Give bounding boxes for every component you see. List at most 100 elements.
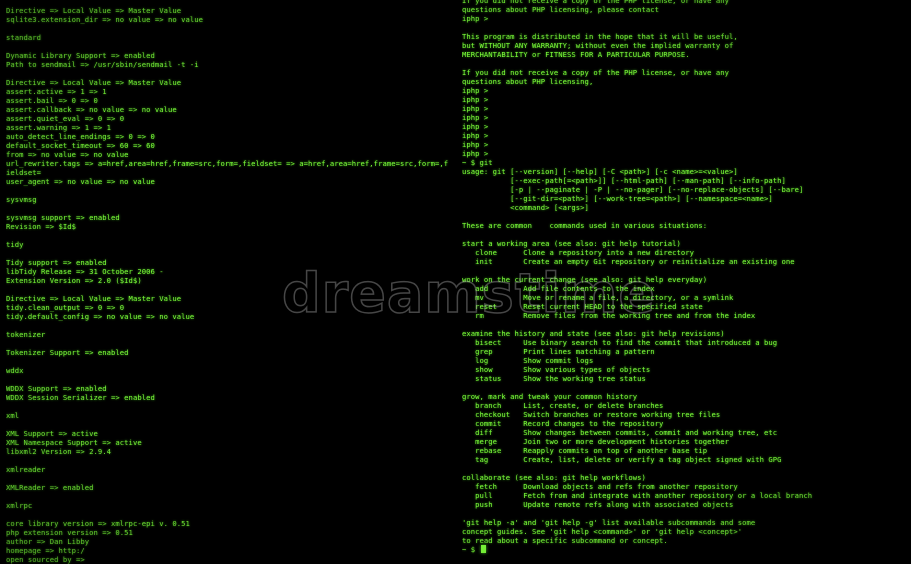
left-terminal-line: [6, 186, 456, 195]
right-terminal-line: commit Record changes to the repository: [462, 419, 664, 428]
left-terminal-line: author => Dan Libby: [6, 537, 90, 546]
left-terminal-line: core library version => xmlrpc-epi v. 0.…: [6, 519, 190, 528]
left-terminal-line: ieldset=: [6, 168, 42, 177]
right-terminal-line: push Update remote refs along with assoc…: [462, 500, 734, 509]
right-terminal-line: [462, 509, 907, 518]
left-terminal-line: [6, 420, 456, 429]
left-terminal-line: XML Namespace Support => active: [6, 438, 142, 447]
left-terminal-line: xmlreader: [6, 465, 46, 474]
left-terminal-line: [6, 402, 456, 411]
right-terminal-line: usage: git [--version] [--help] [-C <pat…: [462, 167, 738, 176]
left-terminal-line: xml: [6, 411, 20, 420]
right-terminal-line: [462, 212, 907, 221]
left-terminal-line: default_socket_timeout => 60 => 60: [6, 141, 155, 150]
left-terminal-line: Directive => Local Value => Master Value: [6, 78, 182, 87]
right-terminal-line: diff Show changes between commits, commi…: [462, 428, 778, 437]
right-terminal-line: iphp >: [462, 86, 489, 95]
left-terminal-line: Dynamic Library Support => enabled: [6, 51, 155, 60]
right-terminal-line: ~ $: [462, 545, 907, 554]
left-terminal-line: assert.quiet_eval => 0 => 0: [6, 114, 125, 123]
right-terminal-line: MERCHANTABILITY or FITNESS FOR A PARTICU…: [462, 50, 690, 59]
right-terminal-line: examine the history and state (see also:…: [462, 329, 725, 338]
terminal-cursor: [480, 545, 486, 553]
left-terminal-line: url_rewriter.tags => a=href,area=href,fr…: [6, 159, 449, 168]
left-terminal-line: standard: [6, 33, 42, 42]
left-terminal-line: [6, 321, 456, 330]
right-terminal-line: log Show commit logs: [462, 356, 594, 365]
right-terminal-output: If you did not receive a copy of the PHP…: [462, 0, 907, 564]
left-terminal-output: Directive => Local Value => Master Value…: [6, 6, 456, 564]
right-terminal-line: questions about PHP licensing,: [462, 77, 594, 86]
left-terminal-line: from => no value => no value: [6, 150, 129, 159]
left-terminal-line: assert.callback => no value => no value: [6, 105, 177, 114]
left-terminal-line: libTidy Release => 31 October 2006 -: [6, 267, 164, 276]
right-terminal-line: concept guides. See 'git help <command>'…: [462, 527, 743, 536]
right-terminal-line: iphp >: [462, 140, 489, 149]
right-terminal-line: iphp >: [462, 14, 489, 23]
right-terminal-line: merge Join two or more development histo…: [462, 437, 730, 446]
left-terminal-line: XML Support => active: [6, 429, 98, 438]
right-terminal-line: If you did not receive a copy of the PHP…: [462, 68, 730, 77]
left-terminal-line: Tokenizer Support => enabled: [6, 348, 129, 357]
right-terminal-line: grow, mark and tweak your common history: [462, 392, 638, 401]
right-terminal-line: tag Create, list, delete or verify a tag…: [462, 455, 782, 464]
left-terminal-line: [6, 204, 456, 213]
left-terminal-line: assert.bail => 0 => 0: [6, 96, 98, 105]
right-terminal-line: [--exec-path[=<path>]] [--html-path] [--…: [462, 176, 786, 185]
left-terminal-line: Tidy support => enabled: [6, 258, 107, 267]
left-terminal-line: XMLReader => enabled: [6, 483, 94, 492]
left-terminal-line: [6, 339, 456, 348]
left-terminal-line: xmlrpc: [6, 501, 33, 510]
left-terminal-line: assert.active => 1 => 1: [6, 87, 107, 96]
right-terminal-line: but WITHOUT ANY WARRANTY; without even t…: [462, 41, 734, 50]
left-terminal-line: [6, 285, 456, 294]
left-terminal-line: [6, 231, 456, 240]
right-terminal-line: <command> [<args>]: [462, 203, 589, 212]
right-terminal-line: [462, 230, 907, 239]
right-terminal-line: grep Print lines matching a pattern: [462, 347, 655, 356]
right-terminal-line: [-p | --paginate | -P | --no-pager] [--n…: [462, 185, 804, 194]
left-terminal-line: php extension version => 0.51: [6, 528, 133, 537]
left-terminal-line: Directive => Local Value => Master Value: [6, 6, 182, 15]
left-terminal-line: tidy: [6, 240, 24, 249]
right-terminal-line: iphp >: [462, 95, 489, 104]
left-terminal-line: tidy.default_config => no value => no va…: [6, 312, 195, 321]
left-terminal-line: [6, 357, 456, 366]
left-terminal-line: auto_detect_line_endings => 0 => 0: [6, 132, 155, 141]
left-terminal-line: sysvmsg support => enabled: [6, 213, 120, 222]
right-terminal-line: ~ $ git: [462, 158, 493, 167]
right-terminal-line: [462, 23, 907, 32]
right-terminal-line: [462, 320, 907, 329]
left-terminal-line: Extension Version => 2.0 ($Id$): [6, 276, 142, 285]
right-terminal-line: bisect Use binary search to find the com…: [462, 338, 778, 347]
right-terminal-line: mv Move or rename a file, a directory, o…: [462, 293, 734, 302]
left-terminal-line: open sourced by =>: [6, 555, 85, 564]
left-terminal-line: tokenizer: [6, 330, 46, 339]
left-terminal-line: WDDX Support => enabled: [6, 384, 107, 393]
right-terminal-line: [462, 383, 907, 392]
right-terminal-line: [462, 59, 907, 68]
right-terminal-line: clone Clone a repository into a new dire…: [462, 248, 694, 257]
right-terminal-line: init Create an empty Git repository or r…: [462, 257, 795, 266]
right-terminal-line: collaborate (see also: git help workflow…: [462, 473, 646, 482]
left-terminal-line: [6, 510, 456, 519]
right-terminal-line: 'git help -a' and 'git help -g' list ava…: [462, 518, 756, 527]
right-terminal-line: pull Fetch from and integrate with anoth…: [462, 491, 813, 500]
right-terminal-line: questions about PHP licensing, please co…: [462, 5, 659, 14]
right-terminal-line: This program is distributed in the hope …: [462, 32, 738, 41]
left-terminal-line: [6, 474, 456, 483]
right-terminal-line: iphp >: [462, 122, 489, 131]
right-terminal-line: branch List, create, or delete branches: [462, 401, 664, 410]
left-terminal-line: [6, 249, 456, 258]
left-terminal-line: sysvmsg: [6, 195, 37, 204]
left-terminal-line: Path to sendmail => /usr/sbin/sendmail -…: [6, 60, 199, 69]
left-terminal-line: libxml2 Version => 2.9.4: [6, 447, 112, 456]
left-terminal-line: wddx: [6, 366, 24, 375]
left-terminal-line: WDDX Session Serializer => enabled: [6, 393, 155, 402]
right-terminal-line: iphp >: [462, 131, 489, 140]
right-terminal-line: [--git-dir=<path>] [--work-tree=<path>] …: [462, 194, 773, 203]
right-terminal-line: show Show various types of objects: [462, 365, 651, 374]
right-terminal-line: status Show the working tree status: [462, 374, 646, 383]
left-terminal-line: homepage => http:/: [6, 546, 85, 555]
right-terminal-line: iphp >: [462, 104, 489, 113]
